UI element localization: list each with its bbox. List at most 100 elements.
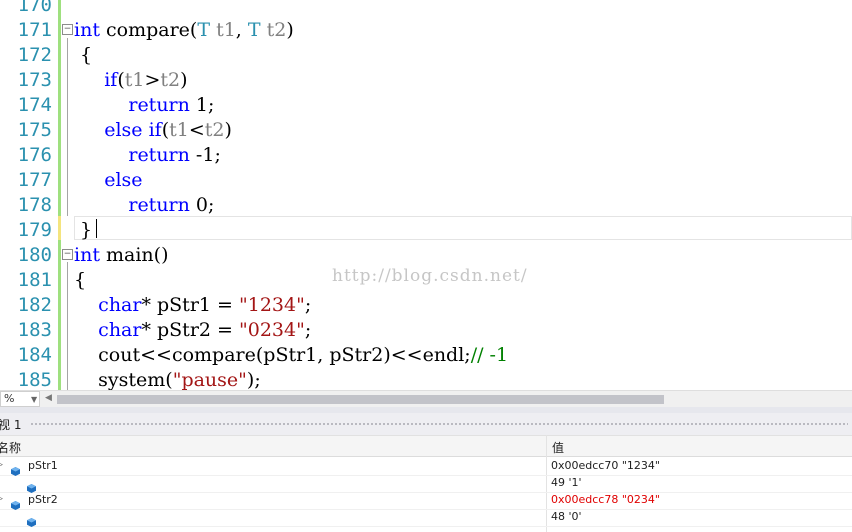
column-header-value[interactable]: 值 — [552, 439, 564, 456]
watch-row[interactable]: ▷ pStr2 0x00edcc78 "0234" — [0, 492, 852, 510]
scroll-left-arrow-icon[interactable]: ◀ — [45, 393, 52, 403]
code-text[interactable]: { — [74, 268, 86, 293]
code-text[interactable]: int compare(T t1, T t2) — [74, 18, 294, 43]
code-token: ( — [117, 69, 125, 91]
code-text[interactable]: int main() — [74, 243, 168, 268]
horizontal-scrollbar-thumb[interactable] — [57, 395, 664, 404]
expand-arrow-icon[interactable]: ▷ — [0, 460, 4, 470]
code-line[interactable]: 173 if(t1>t2) — [0, 68, 852, 93]
code-line[interactable]: 184 cout<<compare(pStr1, pStr2)<<endl;//… — [0, 343, 852, 368]
code-token: t1 — [216, 19, 236, 41]
code-token: return — [128, 144, 190, 166]
code-token: else — [104, 119, 143, 141]
line-number: 185 — [17, 369, 52, 390]
watch-name[interactable]: pStr1 — [28, 459, 58, 472]
line-number: 176 — [17, 144, 52, 166]
code-text[interactable]: cout<<compare(pStr1, pStr2)<<endl;// -1 — [74, 343, 508, 368]
code-token: t1 — [124, 69, 145, 91]
line-number: 177 — [17, 169, 52, 191]
code-line[interactable]: 179 } — [0, 218, 852, 243]
code-token: } — [74, 219, 93, 241]
code-token: "0234" — [239, 319, 305, 341]
code-text[interactable]: return 0; — [74, 193, 214, 218]
watch-panel-titlebar[interactable]: 视 1 — [0, 413, 852, 435]
fold-guide-line — [67, 38, 68, 216]
code-token: t2 — [160, 69, 181, 91]
watch-value[interactable]: 48 '0' — [551, 510, 582, 523]
code-line[interactable]: 180 int main() — [0, 243, 852, 268]
code-token: 1; — [189, 94, 215, 116]
watch-row[interactable]: 48 '0' — [0, 509, 852, 527]
expand-arrow-icon[interactable]: ▷ — [0, 494, 4, 504]
watch-value[interactable]: 49 '1' — [551, 476, 582, 489]
code-text[interactable]: else if(t1<t2) — [74, 118, 232, 143]
collapse-toggle-icon[interactable]: − — [62, 249, 73, 260]
code-line[interactable]: 183 char* pStr2 = "0234"; — [0, 318, 852, 343]
code-line[interactable]: 185 system("pause"); — [0, 368, 852, 390]
line-number: 184 — [17, 344, 52, 366]
code-token: system( — [74, 369, 173, 390]
code-token: ; — [304, 319, 312, 341]
variable-icon — [11, 461, 20, 476]
code-line[interactable]: 172 { — [0, 43, 852, 68]
code-token: T — [197, 19, 211, 41]
code-line[interactable]: 178 return 0; — [0, 193, 852, 218]
code-token: ) — [286, 19, 294, 41]
watch-panel-title: 视 1 — [0, 418, 22, 432]
code-line[interactable]: 175 else if(t1<t2) — [0, 118, 852, 143]
line-number: 181 — [17, 269, 52, 291]
code-token: 0; — [189, 194, 215, 216]
watch-name[interactable]: pStr2 — [28, 493, 58, 506]
line-number: 170 — [17, 0, 52, 16]
code-line[interactable]: 170 — [0, 0, 852, 18]
code-text[interactable]: return -1; — [74, 143, 221, 168]
code-token: "pause" — [172, 369, 247, 390]
code-token: return — [128, 94, 190, 116]
code-line[interactable]: 176 return -1; — [0, 143, 852, 168]
code-token: int — [74, 244, 100, 266]
code-editor[interactable]: 170 171 int compare(T t1, T t2) 172 {173 if… — [0, 0, 852, 390]
column-header-name[interactable]: 名称 — [0, 439, 21, 456]
collapse-toggle-icon[interactable]: − — [62, 24, 73, 35]
code-token: * pStr1 = — [141, 294, 239, 316]
watch-row[interactable]: ▷ pStr1 0x00edcc70 "1234" — [0, 458, 852, 476]
titlebar-grip-pattern — [30, 422, 848, 427]
code-text[interactable]: else — [74, 168, 143, 193]
line-number: 182 — [17, 294, 52, 316]
watch-value[interactable]: 0x00edcc70 "1234" — [551, 459, 660, 472]
code-token: // -1 — [470, 344, 509, 366]
code-text[interactable]: char* pStr2 = "0234"; — [74, 318, 311, 343]
editor-bottom-bar: % ▼ ◀ — [0, 390, 852, 408]
line-number: 175 — [17, 119, 52, 141]
code-text[interactable]: { — [74, 43, 92, 68]
code-text[interactable]: char* pStr1 = "1234"; — [74, 293, 311, 318]
code-token: ); — [246, 369, 261, 390]
code-line[interactable]: 177 else — [0, 168, 852, 193]
code-token: compare( — [99, 19, 198, 41]
code-text[interactable]: if(t1>t2) — [74, 68, 187, 93]
code-token: -1; — [189, 144, 221, 166]
code-text[interactable]: return 1; — [74, 93, 214, 118]
code-line[interactable]: 174 return 1; — [0, 93, 852, 118]
code-token: char — [98, 294, 142, 316]
code-line[interactable]: 182 char* pStr1 = "1234"; — [0, 293, 852, 318]
code-text[interactable]: system("pause"); — [74, 368, 261, 390]
code-text[interactable]: } — [74, 218, 92, 243]
code-line[interactable]: 171 int compare(T t1, T t2) — [0, 18, 852, 43]
variable-icon — [27, 478, 36, 493]
watch-row[interactable]: 49 '1' — [0, 475, 852, 493]
code-token: { — [74, 44, 93, 66]
line-number: 183 — [17, 319, 52, 341]
code-token: return — [128, 194, 190, 216]
watch-value[interactable]: 0x00edcc78 "0234" — [551, 493, 660, 506]
code-token: { — [74, 269, 87, 291]
code-token: else — [104, 169, 143, 191]
zoom-dropdown[interactable]: % ▼ — [0, 391, 40, 407]
fold-guide-line — [67, 262, 68, 390]
line-number: 174 — [17, 94, 52, 116]
watch-table[interactable]: 名称 值 ▷ pStr1 0x00edcc70 "1234" 49 '1' ▷ pStr2… — [0, 435, 852, 532]
